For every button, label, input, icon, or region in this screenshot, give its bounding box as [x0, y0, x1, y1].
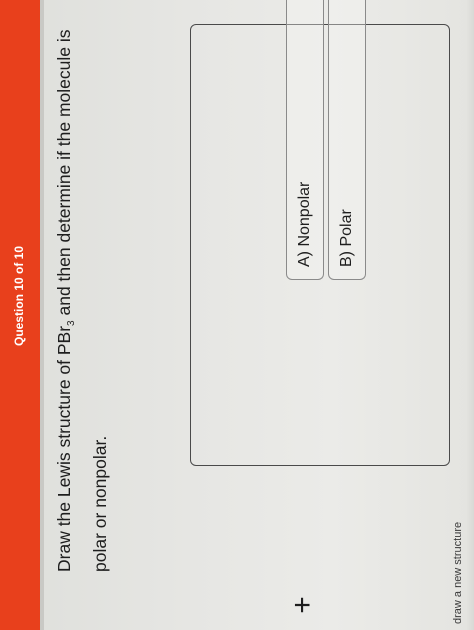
- choice-polar[interactable]: B) Polar: [328, 0, 366, 280]
- screen-edge-shadow: [466, 0, 474, 630]
- choice-polar-label: B) Polar: [338, 209, 355, 267]
- question-prompt: Draw the Lewis structure of PBr3 and the…: [50, 12, 114, 573]
- choice-nonpolar[interactable]: A) Nonpolar: [286, 0, 324, 280]
- question-counter: Question 10 of 10: [12, 245, 26, 346]
- header-bar: Question 10 of 10: [0, 0, 40, 630]
- photo-stage: Question 10 of 10 Draw the Lewis structu…: [0, 0, 474, 630]
- question-text-before: Draw the Lewis structure of PBr: [54, 325, 74, 572]
- header-divider: [40, 0, 44, 630]
- choice-nonpolar-label: A) Nonpolar: [296, 181, 313, 267]
- question-subscript: 3: [66, 320, 77, 326]
- plus-icon: +: [286, 596, 319, 614]
- add-structure-button[interactable]: +: [286, 588, 320, 622]
- draw-new-structure-label[interactable]: draw a new structure: [452, 522, 464, 624]
- question-screen: Question 10 of 10 Draw the Lewis structu…: [0, 0, 474, 630]
